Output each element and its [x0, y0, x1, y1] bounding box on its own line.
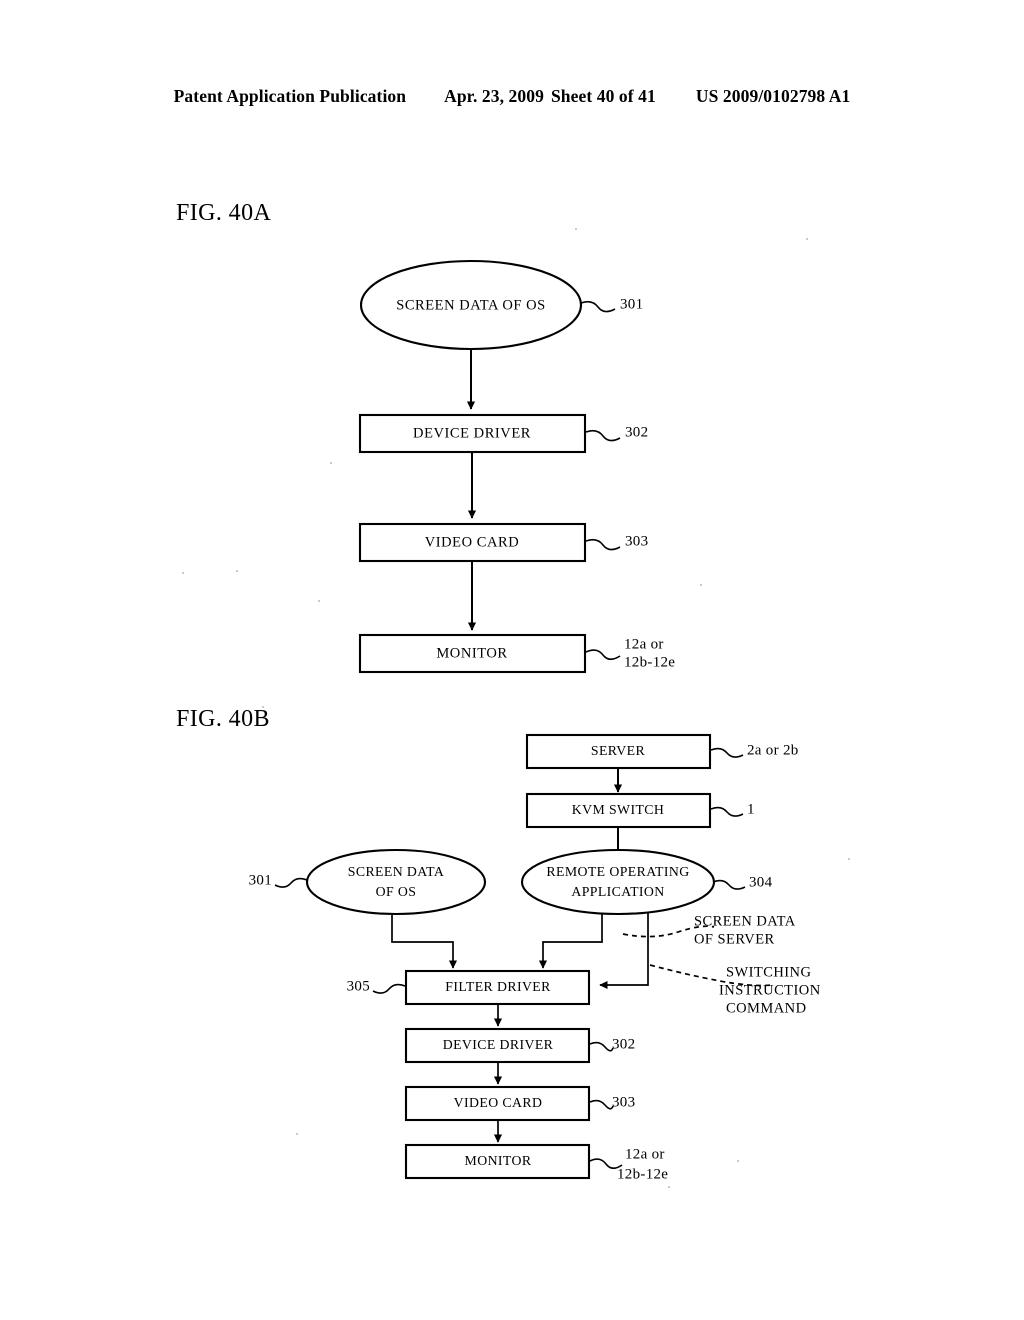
scan-speck [182, 572, 184, 574]
annotation-switching-line3: COMMAND [726, 1000, 807, 1016]
figure-label-40b: FIG. 40B [176, 706, 270, 732]
figures-diagram: SCREEN DATA OF OS 301 DEVICE DRIVER 302 … [249, 259, 821, 1182]
scan-speck [330, 462, 332, 464]
scan-speck [806, 238, 808, 240]
fig-40b-group: SERVER 2a or 2b KVM SWITCH 1 SCREEN DATA… [249, 733, 821, 1182]
node-screen-data-of-os-b: SCREEN DATA OF OS 301 [249, 848, 487, 916]
node-label-video-card: VIDEO CARD [425, 534, 520, 550]
fig-40a-group: SCREEN DATA OF OS 301 DEVICE DRIVER 302 … [358, 259, 675, 674]
node-label-kvm-switch: KVM SWITCH [572, 802, 665, 817]
annotation-screen-data-of-server-line1: SCREEN DATA [694, 913, 796, 929]
node-video-card-b: VIDEO CARD 303 [404, 1085, 635, 1122]
node-label-monitor-b: MONITOR [465, 1153, 532, 1168]
scan-speck [262, 706, 264, 708]
connector-os-to-filter-driver [391, 914, 458, 969]
node-monitor-b: MONITOR 12a or 12b-12e [404, 1143, 668, 1182]
ref-numeral-303: 303 [625, 533, 648, 549]
figure-label-40a: FIG. 40A [176, 200, 272, 226]
node-label-screen-data-of-os: SCREEN DATA OF OS [396, 297, 546, 313]
annotation-switching-line1: SWITCHING [726, 964, 811, 980]
connector-remote-app-switching-to-filter-driver [599, 913, 649, 990]
scan-speck [318, 600, 320, 602]
scan-speck [668, 1186, 670, 1188]
page-header: Patent Application Publication Apr. 23, … [0, 86, 1024, 107]
annotation-screen-data-of-server: SCREEN DATA OF SERVER [694, 913, 796, 947]
ref-numeral-302-b: 302 [612, 1036, 635, 1052]
header-date: Apr. 23, 2009 [444, 86, 544, 106]
node-video-card-a: VIDEO CARD 303 [358, 522, 648, 563]
scan-speck [296, 1133, 298, 1135]
scan-speck [700, 584, 702, 586]
node-device-driver-a: DEVICE DRIVER 302 [358, 413, 648, 454]
header-patent-number: US 2009/0102798 A1 [695, 86, 851, 106]
node-label-filter-driver: FILTER DRIVER [445, 979, 551, 994]
connector-remote-app-to-filter-driver [538, 914, 603, 969]
leader-screen-data-of-server [622, 925, 715, 938]
header-publication: Patent Application Publication [173, 86, 407, 106]
scan-speck [737, 1160, 739, 1162]
scan-speck [575, 228, 577, 230]
annotation-screen-data-of-server-line2: OF SERVER [694, 931, 775, 947]
ref-numeral-12b-12e: 12b-12e [624, 654, 675, 670]
leader-switching-instruction-command [649, 964, 773, 987]
node-label-screen-data-line1: SCREEN DATA [348, 864, 444, 879]
ref-numeral-12a-or: 12a or [624, 636, 664, 652]
node-label-remote-app-line1: REMOTE OPERATING [546, 864, 689, 879]
ref-numeral-302: 302 [625, 424, 648, 440]
ref-numeral-1: 1 [747, 801, 755, 817]
annotation-switching-instruction-command: SWITCHING INSTRUCTION COMMAND [719, 964, 821, 1016]
scan-speck [236, 570, 238, 572]
node-monitor-a: MONITOR 12a or 12b-12e [358, 633, 675, 674]
annotation-switching-line2: INSTRUCTION [719, 982, 821, 998]
patent-page: Patent Application Publication Apr. 23, … [0, 0, 1024, 1320]
node-kvm-switch: KVM SWITCH 1 [525, 792, 755, 829]
node-device-driver-b: DEVICE DRIVER 302 [404, 1027, 635, 1064]
ref-numeral-304: 304 [749, 874, 773, 890]
node-label-monitor: MONITOR [436, 645, 507, 661]
ref-numeral-303-b: 303 [612, 1094, 635, 1110]
ref-numeral-12b-12e-b: 12b-12e [617, 1166, 668, 1182]
header-sheet: Sheet 40 of 41 [550, 86, 656, 106]
ref-numeral-305: 305 [347, 978, 370, 994]
ref-numeral-12a-or-b: 12a or [625, 1146, 665, 1162]
ref-numeral-2a-or-2b: 2a or 2b [747, 742, 799, 758]
node-server: SERVER 2a or 2b [525, 733, 799, 770]
node-screen-data-of-os: SCREEN DATA OF OS 301 [359, 259, 643, 351]
node-label-remote-app-line2: APPLICATION [571, 884, 664, 899]
node-remote-operating-application: REMOTE OPERATING APPLICATION 304 [520, 848, 773, 916]
node-label-device-driver: DEVICE DRIVER [413, 425, 531, 441]
ref-numeral-301-b: 301 [249, 872, 272, 888]
scan-speck [848, 858, 850, 860]
node-label-server: SERVER [591, 743, 646, 758]
node-filter-driver: FILTER DRIVER 305 [347, 969, 591, 1006]
node-label-device-driver-b: DEVICE DRIVER [443, 1037, 554, 1052]
ref-numeral-301: 301 [620, 296, 643, 312]
node-label-screen-data-line2: OF OS [376, 884, 417, 899]
node-label-video-card-b: VIDEO CARD [454, 1095, 543, 1110]
